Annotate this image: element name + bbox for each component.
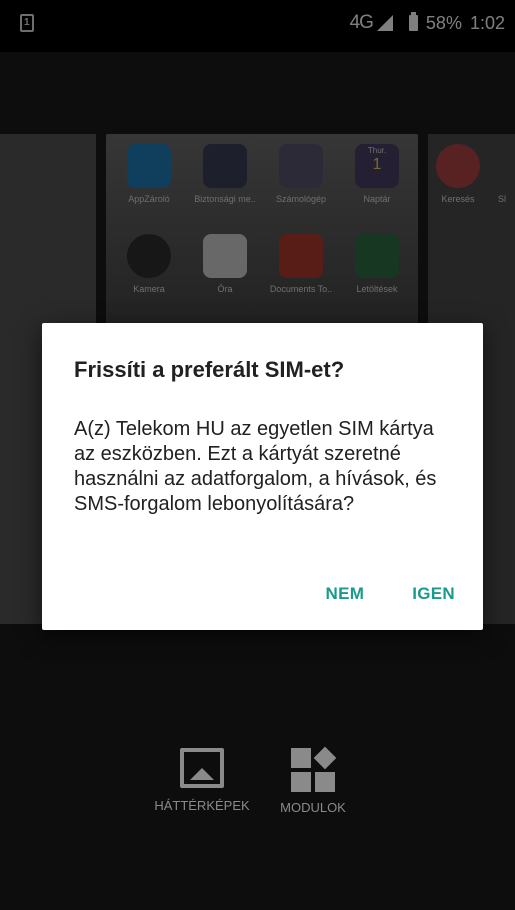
sim-preference-dialog: Frissíti a preferált SIM-et? A(z) Teleko… <box>42 323 483 630</box>
modules-icon <box>291 746 337 792</box>
modules-label: MODULOK <box>280 800 346 815</box>
yes-button[interactable]: IGEN <box>412 584 455 604</box>
wallpapers-option[interactable]: HÁTTÉRKÉPEK <box>147 748 257 813</box>
dialog-message: A(z) Telekom HU az egyetlen SIM kártya a… <box>74 418 437 515</box>
dialog-actions: NEM IGEN <box>326 584 455 604</box>
no-button[interactable]: NEM <box>326 584 365 604</box>
dialog-title: Frissíti a preferált SIM-et? <box>74 357 345 382</box>
modules-option[interactable]: MODULOK <box>258 746 368 815</box>
wallpapers-label: HÁTTÉRKÉPEK <box>154 798 250 813</box>
wallpaper-icon <box>180 748 224 788</box>
